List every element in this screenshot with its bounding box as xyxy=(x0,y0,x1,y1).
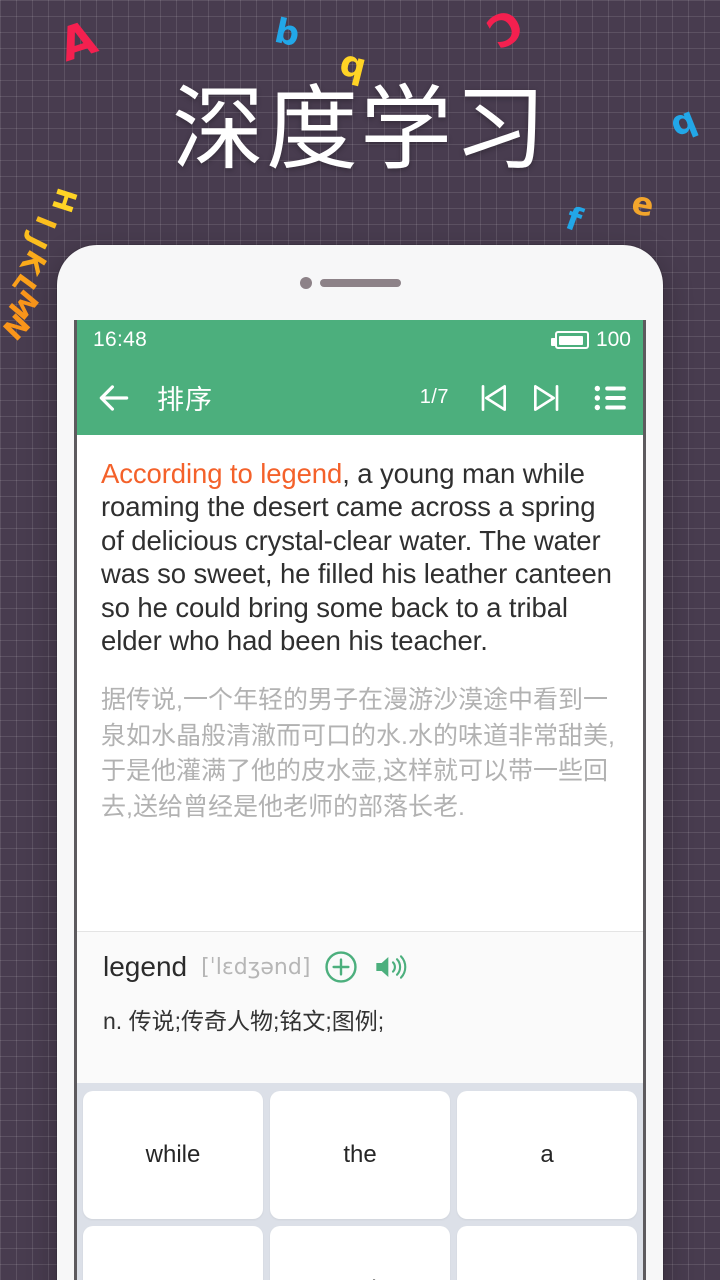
list-menu-icon[interactable] xyxy=(591,379,629,417)
word-tile[interactable]: roaming xyxy=(270,1226,450,1280)
passage-english[interactable]: According to legend, a young man while r… xyxy=(101,457,621,657)
battery-full-icon xyxy=(550,331,589,349)
status-right-group: 100 xyxy=(550,328,631,352)
dictionary-card: legend [ˈlɛdʒənd] n. 传说;传奇人物;铭文;图例; xyxy=(77,931,643,1083)
earpiece-speaker-icon xyxy=(320,279,401,287)
phone-top-bezel xyxy=(57,245,663,320)
front-camera-icon xyxy=(300,277,312,289)
passage-translation: 据传说,一个年轻的男子在漫游沙漠途中看到一泉如水晶般清澈而可口的水.水的味道非常… xyxy=(101,686,615,821)
plus-circle-icon[interactable] xyxy=(324,950,358,984)
battery-level-label: 100 xyxy=(595,328,631,351)
skip-next-icon[interactable] xyxy=(527,378,567,418)
phone-screen: 16:48 100 排序 1/7 According to legend, a … xyxy=(74,320,646,1280)
word-tile[interactable]: while xyxy=(83,1091,263,1219)
dictionary-definition: n. 传说;传奇人物;铭文;图例; xyxy=(103,1008,385,1034)
word-tile-tray: whilethea youngroamingman xyxy=(77,1083,643,1280)
reading-pane[interactable]: According to legend, a young man while r… xyxy=(77,435,643,931)
back-arrow-icon[interactable] xyxy=(95,379,133,417)
app-title: 排序 xyxy=(157,385,213,415)
status-bar: 16:48 100 xyxy=(77,320,643,360)
word-tile[interactable]: the xyxy=(270,1091,450,1219)
phone-mockup: 16:48 100 排序 1/7 According to legend, a … xyxy=(57,245,663,1280)
page-indicator: 1/7 xyxy=(419,386,449,408)
dictionary-word: legend xyxy=(103,951,188,982)
hero-title: 深度学习 xyxy=(171,76,548,183)
app-toolbar: 排序 1/7 xyxy=(77,360,643,435)
speaker-sound-icon[interactable] xyxy=(372,951,410,983)
skip-previous-icon[interactable] xyxy=(473,378,513,418)
battery-fill xyxy=(559,335,584,345)
status-time: 16:48 xyxy=(93,328,148,351)
dictionary-phonetic: [ˈlɛdʒənd] xyxy=(201,954,311,980)
word-tile[interactable]: man xyxy=(457,1226,637,1280)
dictionary-headline: legend [ˈlɛdʒənd] xyxy=(103,950,621,984)
word-tile[interactable]: a xyxy=(457,1091,637,1219)
passage-highlight-phrase[interactable]: According to legend xyxy=(101,458,342,489)
word-tile[interactable]: young xyxy=(83,1226,263,1280)
